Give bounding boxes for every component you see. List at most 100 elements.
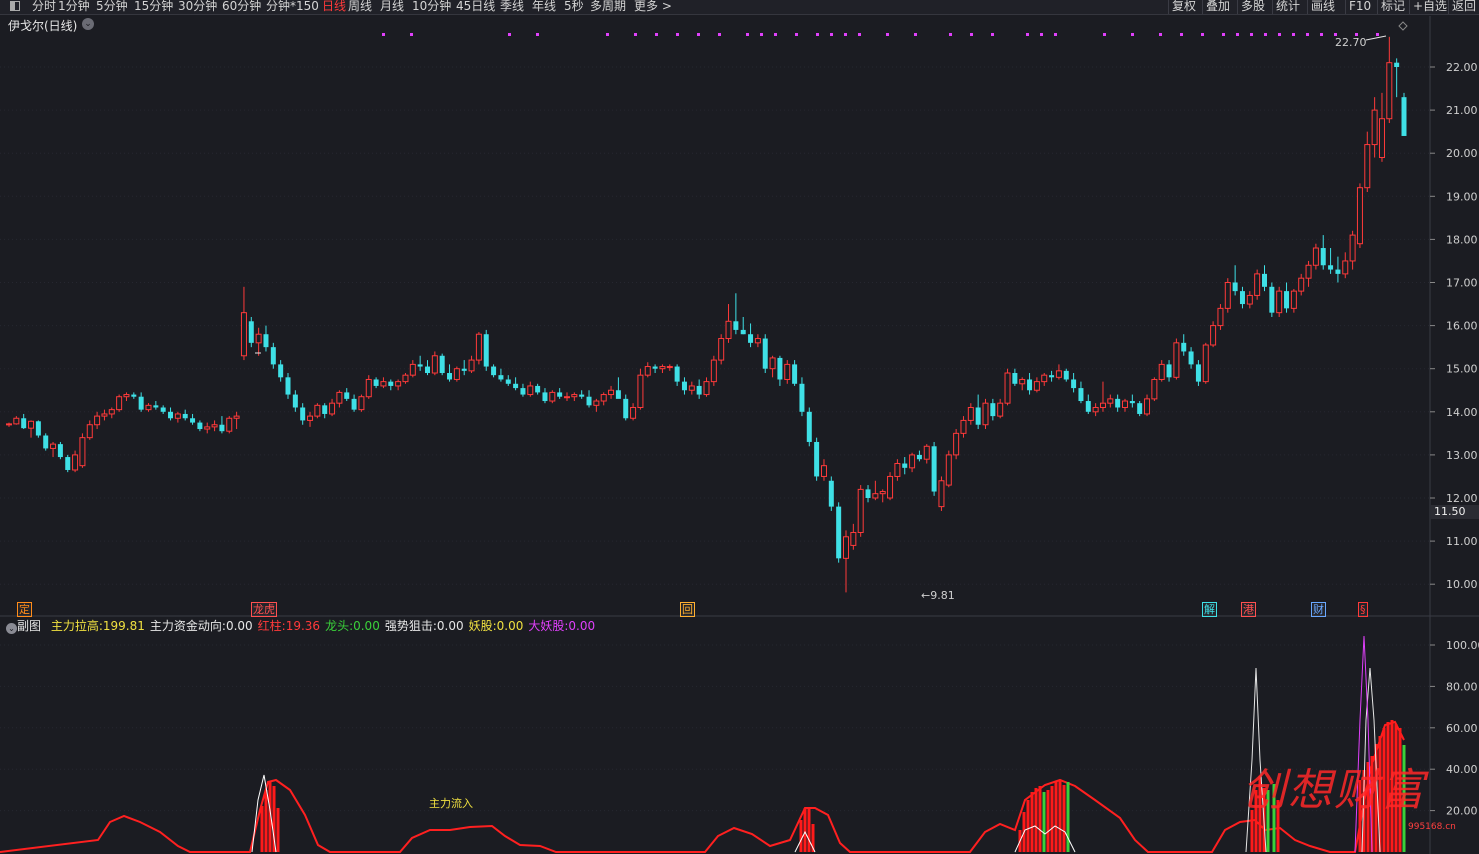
candle-body (557, 392, 563, 397)
candle-body (806, 411, 812, 442)
candle-body (725, 320, 732, 340)
red-bar (1062, 785, 1066, 852)
sub-y-tick-label: 60.00 (1446, 722, 1478, 735)
candle-body (975, 407, 981, 425)
candle-body (703, 381, 710, 396)
red-bar (264, 790, 268, 852)
candle-body (1181, 342, 1187, 352)
candle-body (1364, 144, 1371, 189)
candle-body (857, 488, 864, 533)
event-marker-2[interactable]: 回 (680, 602, 695, 617)
signal-dot (634, 33, 637, 36)
candle-body (1320, 248, 1326, 266)
legend-value-0: 199.81 (102, 619, 145, 633)
candle-body (116, 396, 123, 411)
candle-body (688, 385, 695, 391)
candle-body (630, 406, 637, 419)
event-marker-4[interactable]: 港 (1241, 602, 1256, 617)
signal-dot (718, 33, 721, 36)
candlestick-chart[interactable]: 22.00 21.00 20.00 19.00 18.00 17.00 16.00 15.00… (0, 0, 1479, 854)
candle-body (1049, 375, 1055, 378)
candle-body (792, 364, 798, 384)
candle-body (314, 404, 321, 417)
candle-body (608, 389, 615, 396)
candle-body (402, 374, 409, 383)
candle-body (1349, 234, 1356, 262)
event-marker-0[interactable]: 定 (17, 602, 32, 617)
legend-label-6: 大妖股: (528, 619, 569, 633)
candle-body (644, 366, 651, 376)
sub-chart-menu-icon[interactable]: ⌄ (6, 623, 17, 634)
candle-body (872, 493, 879, 499)
candle-body (1063, 370, 1069, 380)
candle-body (278, 364, 284, 378)
signal-dot (536, 33, 539, 36)
candle-body (380, 381, 387, 387)
signal-dot (760, 33, 763, 36)
signal-dot (606, 33, 609, 36)
candle-body (1232, 282, 1238, 292)
candle-body (777, 357, 783, 380)
legend-label-2: 红柱: (257, 619, 286, 633)
candle-body (836, 506, 842, 559)
candle-body (409, 363, 416, 376)
candle-body (336, 391, 343, 404)
candle-body (762, 338, 768, 369)
candle-body (1356, 187, 1363, 245)
candle-body (101, 413, 108, 417)
legend-label-4: 强势狙击: (384, 619, 437, 633)
candle-body (292, 394, 298, 408)
candle-body (123, 394, 130, 398)
candle-body (453, 368, 460, 380)
green-bar (1066, 782, 1070, 852)
candle-body (285, 377, 291, 395)
y-tick-label: 20.00 (1446, 147, 1478, 160)
candle-body (579, 394, 585, 397)
high-price-label: 22.70 (1335, 36, 1367, 49)
candle-body (549, 391, 556, 402)
candle-body (1394, 62, 1400, 67)
y-tick-label: 22.00 (1446, 61, 1478, 74)
candle-body (542, 392, 548, 402)
event-marker-1[interactable]: 龙虎 (251, 602, 277, 617)
candle-body (784, 363, 791, 380)
candle-body (938, 480, 945, 508)
candle-body (696, 385, 702, 395)
candle-body (1312, 247, 1319, 266)
candle-body (1107, 398, 1114, 404)
y-tick-label: 11.00 (1446, 535, 1478, 548)
signal-dot (1222, 33, 1225, 36)
green-bar (1042, 792, 1046, 852)
sub-chart-legend: ⌄ 副图 主力拉高:199.81 主力资金动向:0.00 红柱:19.36 龙头:0.0… (6, 618, 600, 634)
candle-body (1166, 364, 1172, 378)
candle-body (909, 454, 916, 469)
candle-body (1055, 370, 1062, 378)
candle-body (35, 421, 41, 436)
red-bar (1030, 792, 1034, 852)
sub-chart-title: 副图 (17, 619, 42, 633)
candle-body (1019, 378, 1026, 385)
candle-body (1115, 398, 1121, 408)
signal-dot (1026, 33, 1029, 36)
candle-body (902, 463, 908, 468)
event-marker-6[interactable]: § (1358, 602, 1368, 617)
candle-body (108, 409, 115, 415)
candle-body (1254, 273, 1261, 296)
candle-body (329, 402, 336, 415)
signal-dot (1278, 33, 1281, 36)
signal-dot (1306, 33, 1309, 36)
candle-body (564, 396, 570, 399)
low-price-label: ←9.81 (921, 589, 955, 602)
signal-dot (1250, 33, 1253, 36)
signal-dot (676, 33, 679, 36)
candle-body (799, 383, 805, 412)
candle-body (1158, 363, 1165, 380)
candle-body (513, 383, 519, 389)
candle-body (1328, 265, 1334, 270)
candle-body (461, 368, 467, 371)
event-marker-3[interactable]: 解 (1202, 602, 1217, 617)
candle-body (1004, 372, 1011, 404)
event-marker-5[interactable]: 财 (1311, 602, 1326, 617)
signal-dot (1103, 33, 1106, 36)
signal-dot (844, 33, 847, 36)
